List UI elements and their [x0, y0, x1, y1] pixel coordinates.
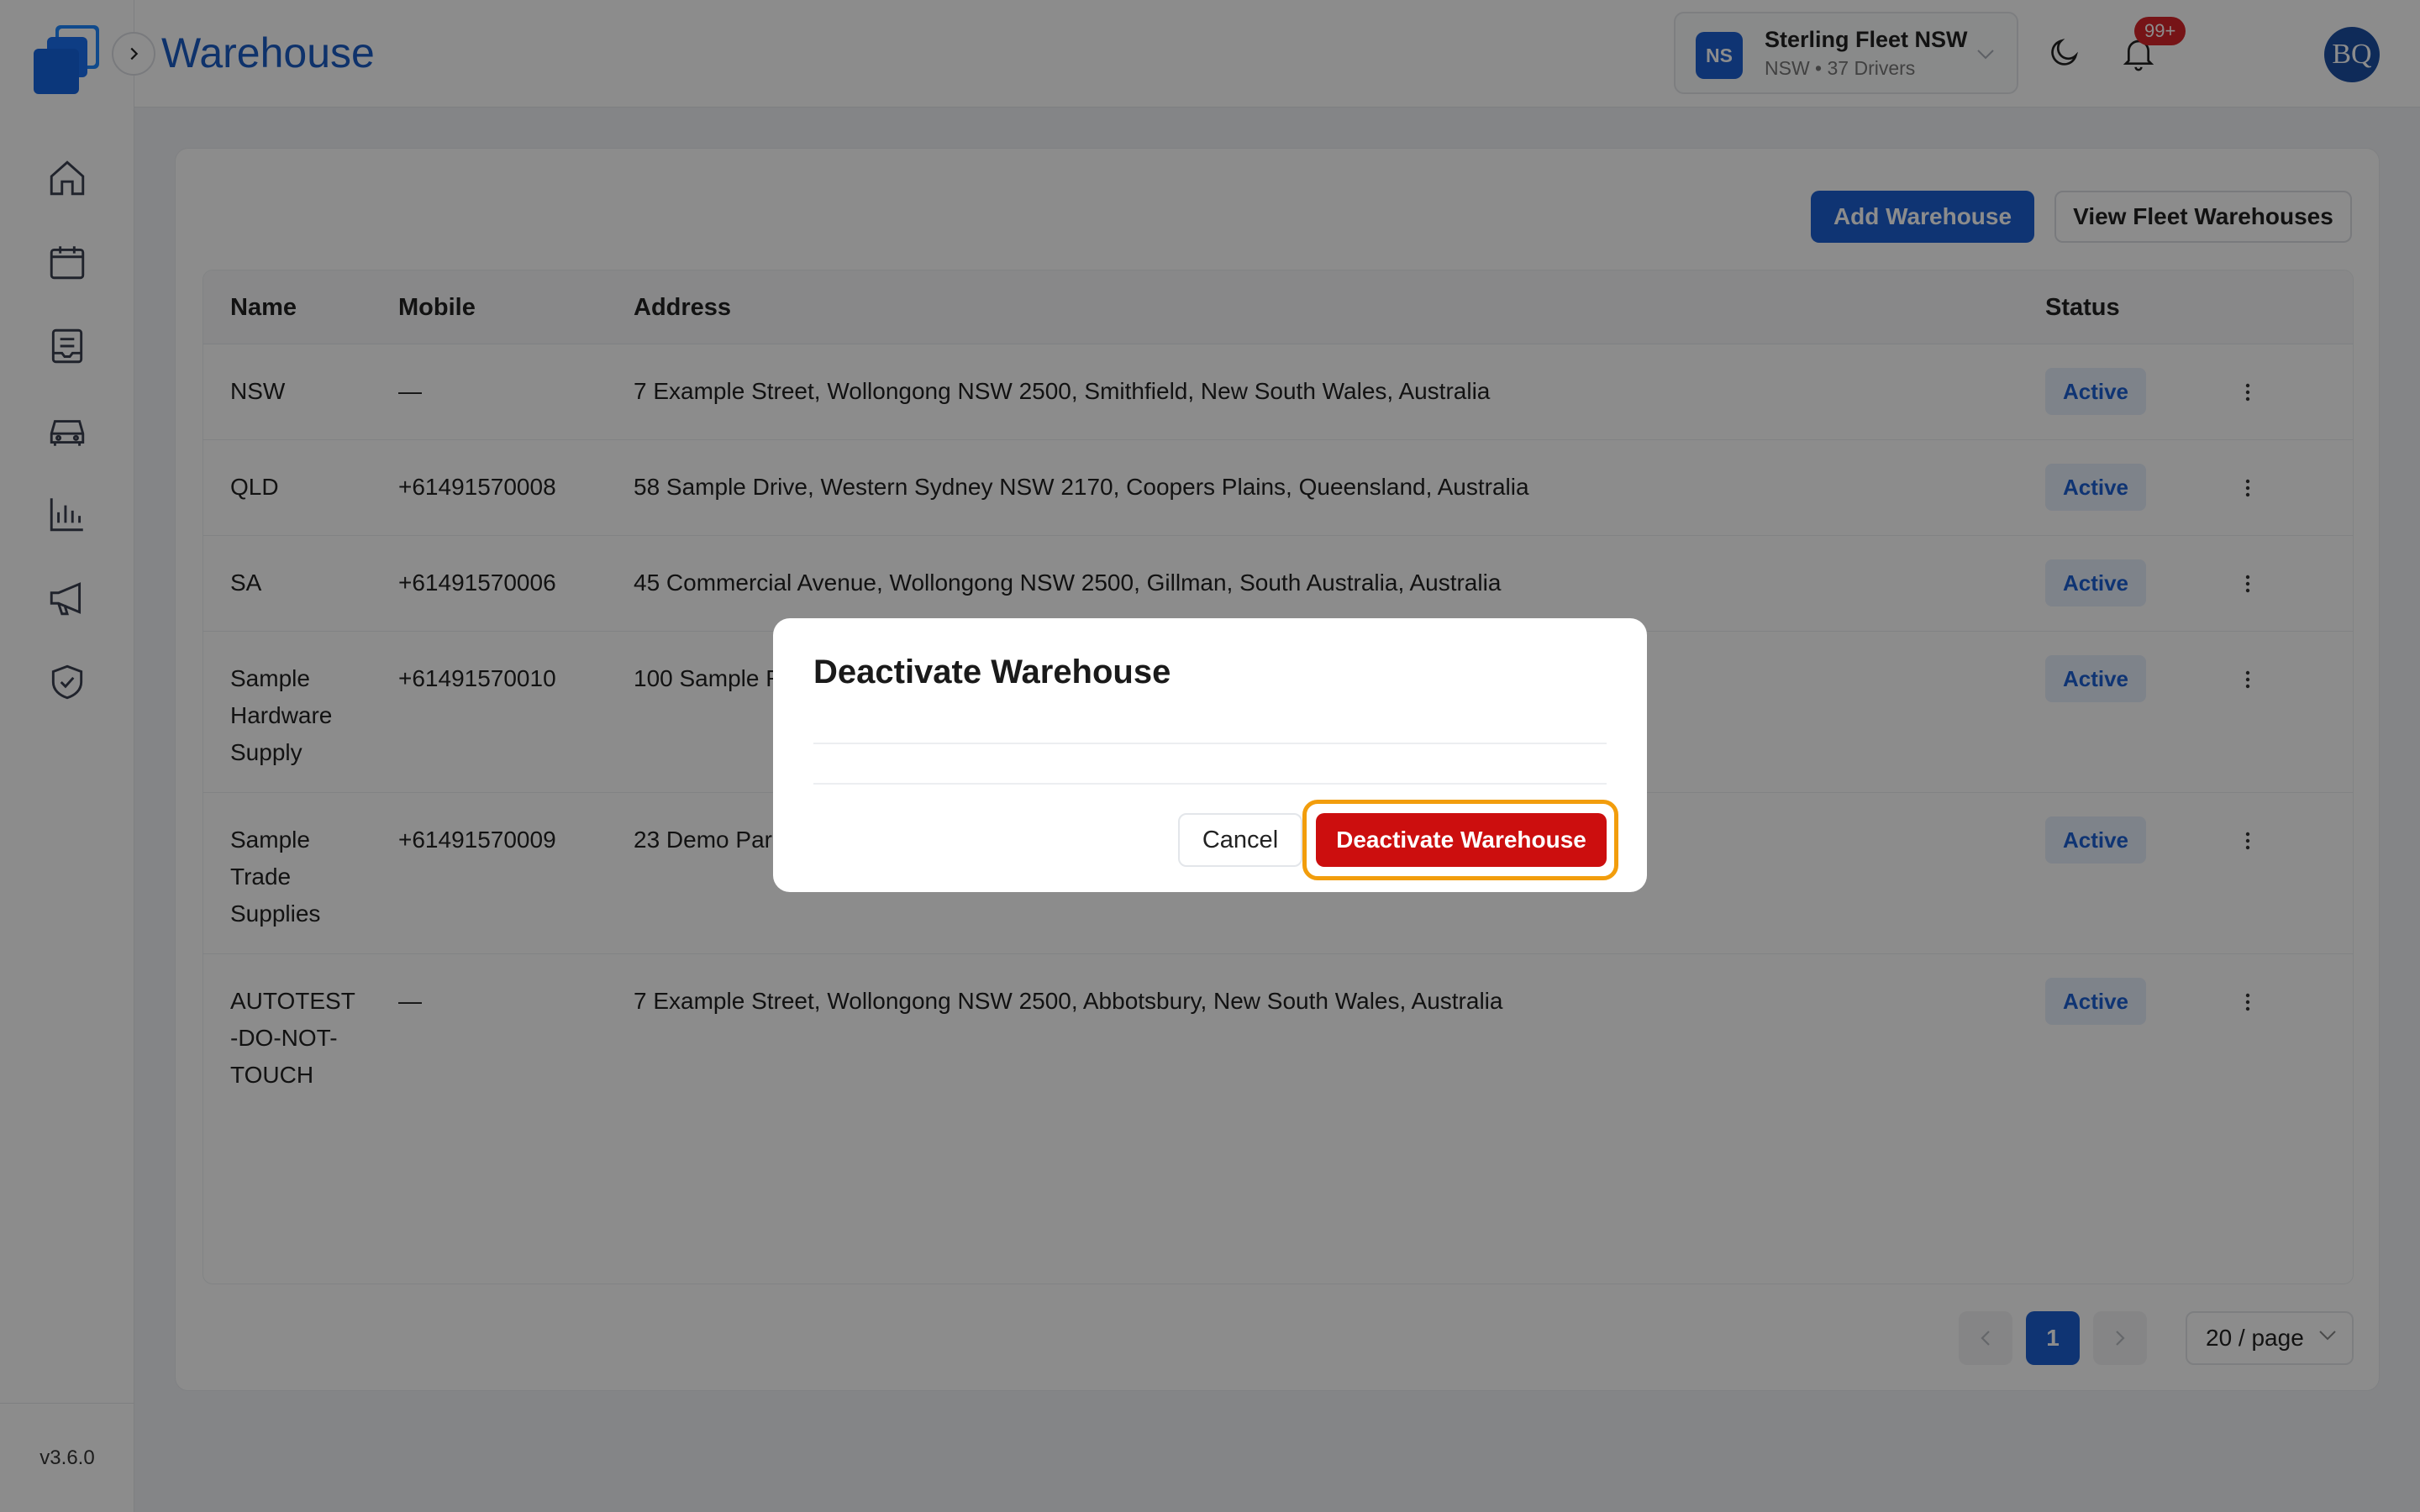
divider [813, 783, 1607, 785]
divider [813, 743, 1607, 744]
deactivate-warehouse-button[interactable]: Deactivate Warehouse [1316, 813, 1607, 867]
cancel-button[interactable]: Cancel [1178, 813, 1302, 867]
dialog-title: Deactivate Warehouse [813, 654, 1171, 690]
app-root: v3.6.0 Warehouse NS Sterling Fleet NSW N… [0, 0, 2420, 1512]
deactivate-warehouse-dialog: Deactivate Warehouse Cancel Deactivate W… [773, 618, 1647, 892]
